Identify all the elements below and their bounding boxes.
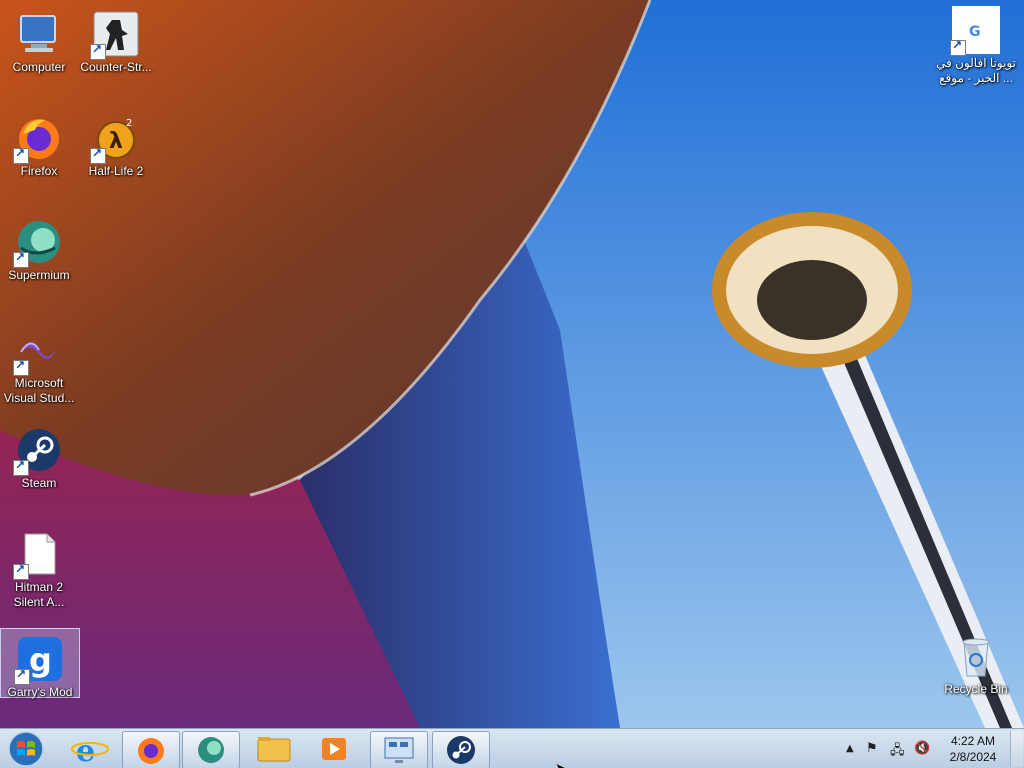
garrys-mod-icon: g bbox=[14, 635, 64, 685]
visual-studio-icon bbox=[13, 326, 63, 376]
shortcut-arrow-icon bbox=[90, 42, 106, 60]
control-panel-icon bbox=[384, 737, 414, 763]
desktop-icon-half-life-2[interactable]: λ2 Half-Life 2 bbox=[77, 108, 155, 179]
shortcut-arrow-icon bbox=[13, 146, 29, 164]
desktop-icon-label: Garry's Mod bbox=[7, 685, 73, 699]
desktop-icon-supermium[interactable]: Supermium bbox=[0, 212, 78, 283]
desktop-icon-label: Steam bbox=[21, 476, 57, 490]
desktop-icon-label: تويوتا افالون في ... الخبر - موقع bbox=[936, 56, 1016, 85]
svg-text:e: e bbox=[76, 734, 95, 767]
clock[interactable]: 4:22 AM 2/8/2024 bbox=[940, 733, 1006, 765]
desktop-icon-label: Counter-Str... bbox=[80, 60, 152, 74]
desktop-icon-computer[interactable]: Computer bbox=[0, 4, 78, 75]
taskbar-steam[interactable] bbox=[432, 731, 490, 768]
svg-text:g: g bbox=[29, 641, 52, 679]
desktop-icon-visual-studio[interactable]: Microsoft Visual Stud... bbox=[0, 320, 78, 406]
internet-explorer-icon: e bbox=[71, 734, 109, 768]
computer-icon bbox=[15, 10, 63, 58]
desktop-icon-label: Supermium bbox=[8, 268, 70, 282]
desktop-icon-recycle-bin[interactable]: Recycle Bin bbox=[936, 626, 1016, 697]
desktop-icon-counter-strike[interactable]: Counter-Str... bbox=[77, 4, 155, 75]
counter-strike-icon bbox=[90, 10, 140, 60]
shortcut-arrow-icon bbox=[13, 250, 29, 268]
mouse-cursor-icon: ➤ bbox=[555, 761, 567, 768]
shortcut-arrow-icon bbox=[950, 38, 966, 56]
desktop-icon-garrys-mod[interactable]: g Garry's Mod bbox=[0, 628, 80, 699]
desktop-icon-label: Recycle Bin bbox=[944, 682, 1008, 696]
shortcut-arrow-icon bbox=[13, 562, 29, 580]
desktop-icon-label: Hitman 2 Silent A... bbox=[13, 580, 65, 609]
desktop-icon-firefox[interactable]: Firefox bbox=[0, 108, 78, 179]
desktop-icon-google-shortcut[interactable]: G تويوتا افالون في ... الخبر - موقع bbox=[936, 0, 1016, 86]
taskbar-supermium[interactable] bbox=[182, 731, 240, 768]
desktop-icon-label: Firefox bbox=[20, 164, 58, 178]
supermium-icon bbox=[198, 737, 224, 763]
shortcut-arrow-icon bbox=[13, 358, 29, 376]
half-life-2-icon: λ2 bbox=[90, 114, 140, 164]
action-center-flag-icon[interactable]: ⚑ bbox=[866, 741, 878, 756]
taskbar-firefox[interactable] bbox=[122, 731, 180, 768]
show-hidden-icons-icon[interactable]: ▲ bbox=[846, 743, 854, 754]
start-button[interactable] bbox=[4, 730, 48, 768]
shortcut-arrow-icon bbox=[90, 146, 106, 164]
steam-icon bbox=[447, 736, 475, 764]
svg-text:λ: λ bbox=[109, 129, 123, 154]
desktop-icon-label: Microsoft Visual Stud... bbox=[3, 376, 75, 405]
desktop-icon-hitman-2[interactable]: Hitman 2 Silent A... bbox=[0, 524, 78, 610]
document-icon bbox=[13, 530, 63, 580]
windows-start-icon bbox=[8, 731, 44, 767]
supermium-icon bbox=[13, 218, 63, 268]
network-icon[interactable]: 🖧 bbox=[890, 741, 905, 763]
firefox-icon bbox=[138, 738, 164, 764]
desktop[interactable]: Computer Counter-Str... Firefox λ2 Half-… bbox=[0, 0, 1024, 728]
recycle-bin-icon bbox=[952, 632, 1000, 680]
steam-icon bbox=[13, 426, 63, 476]
clock-time: 4:22 AM bbox=[950, 734, 996, 748]
taskbar-internet-explorer[interactable]: e bbox=[62, 731, 118, 768]
desktop-icon-steam[interactable]: Steam bbox=[0, 420, 78, 491]
taskbar: e ▲ ⚑ 🖧 🔇 4:22 AM 2/8/2024 bbox=[0, 728, 1024, 768]
desktop-icon-label: Half-Life 2 bbox=[88, 164, 144, 178]
shortcut-arrow-icon bbox=[14, 667, 30, 685]
taskbar-control-panel[interactable] bbox=[370, 731, 428, 768]
desktop-icon-label: Computer bbox=[12, 60, 66, 74]
volume-muted-icon[interactable]: 🔇 bbox=[914, 741, 930, 756]
clock-date: 2/8/2024 bbox=[949, 750, 997, 764]
firefox-icon bbox=[13, 114, 63, 164]
show-desktop-button[interactable] bbox=[1010, 731, 1023, 767]
shortcut-arrow-icon bbox=[13, 458, 29, 476]
taskbar-explorer[interactable] bbox=[246, 731, 302, 767]
media-player-icon bbox=[322, 738, 346, 760]
folder-icon bbox=[257, 737, 291, 762]
svg-text:G: G bbox=[969, 24, 981, 40]
google-shortcut-icon: G bbox=[950, 6, 1000, 56]
taskbar-media-player[interactable] bbox=[306, 731, 362, 767]
svg-text:2: 2 bbox=[126, 118, 132, 129]
